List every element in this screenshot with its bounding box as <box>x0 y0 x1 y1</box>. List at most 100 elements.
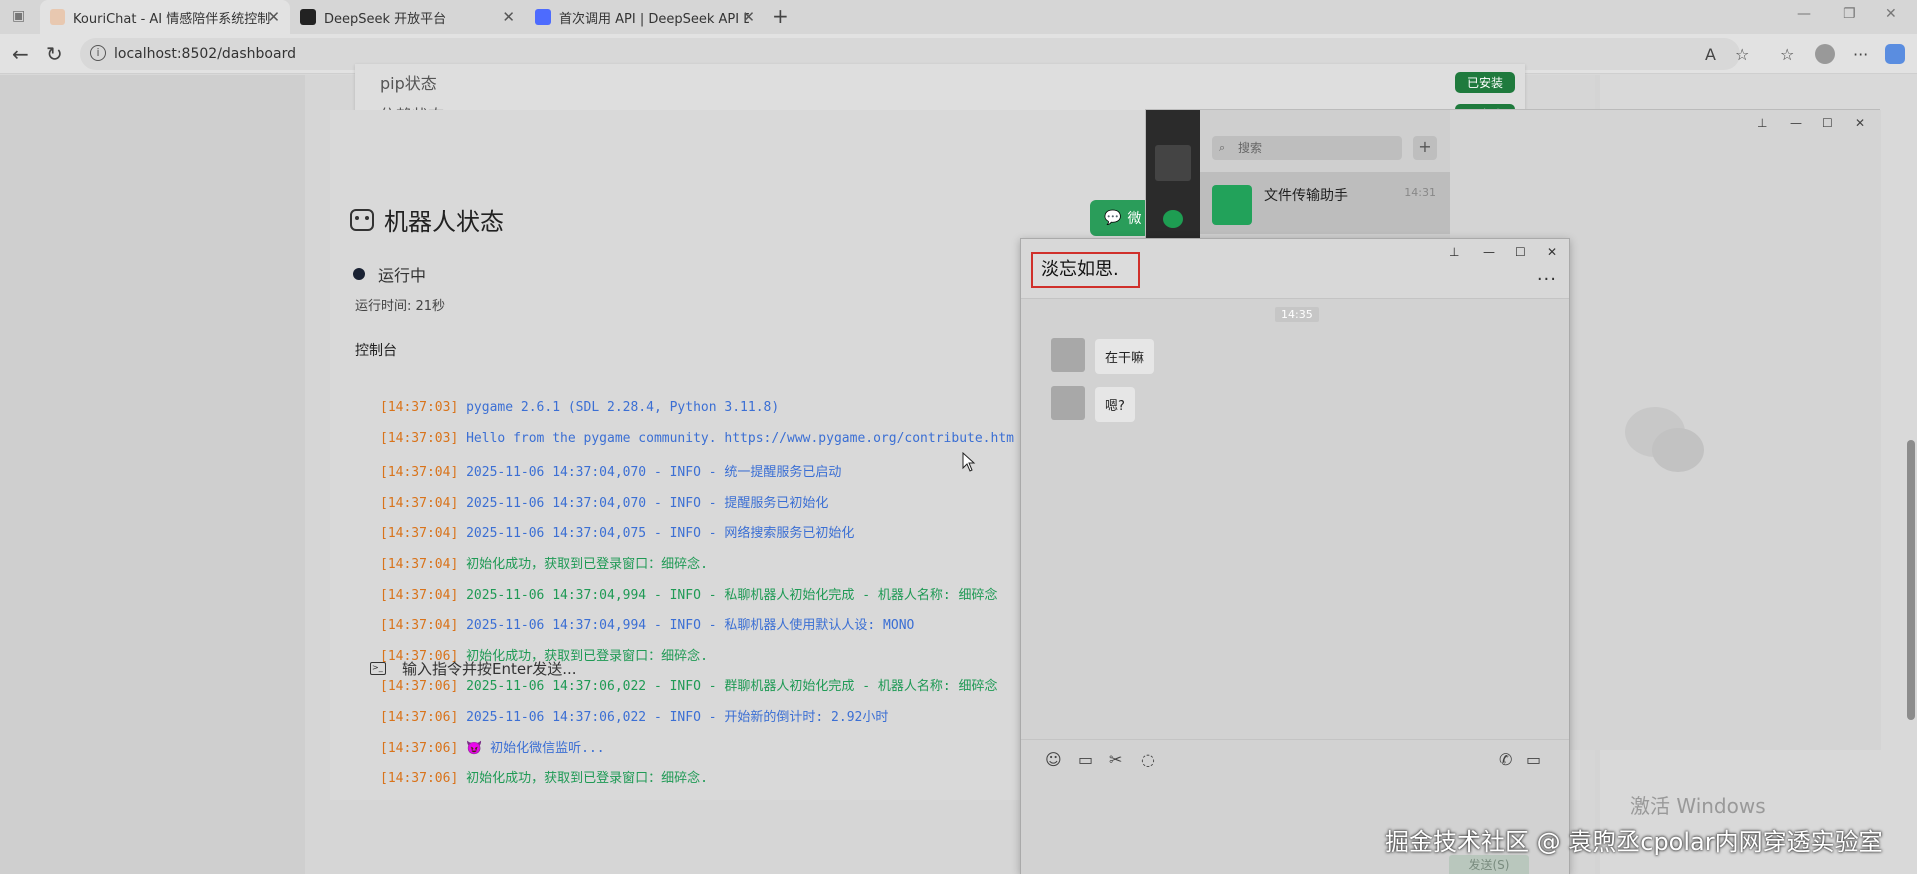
minimize-icon[interactable]: — <box>1483 245 1495 259</box>
close-tab-icon[interactable]: ✕ <box>502 8 515 26</box>
more-options-icon[interactable]: ··· <box>1537 269 1557 290</box>
console-log-line: [14:37:04] 2025-11-06 14:37:04,070 - INF… <box>380 492 828 511</box>
tab-deepseek-platform[interactable]: DeepSeek 开放平台 ✕ <box>290 0 525 34</box>
favorites-icon[interactable]: ☆ <box>1780 45 1794 64</box>
log-timestamp: [14:37:04] <box>380 557 459 572</box>
log-message: 2025-11-06 14:37:04,070 - INFO - 统一提醒服务已… <box>466 465 842 481</box>
log-timestamp: [14:37:06] <box>380 771 459 787</box>
log-timestamp: [14:37:03] <box>380 430 459 446</box>
log-message: 初始化成功，获取到已登录窗口：细碎念. <box>466 771 708 787</box>
add-contact-icon[interactable]: + <box>1413 136 1437 160</box>
pin-icon[interactable]: ⊥ <box>1757 116 1767 130</box>
wechat-logo-icon <box>1625 407 1704 472</box>
robot-status-title: 机器人状态 <box>384 208 504 236</box>
tab-deepseek-docs[interactable]: 首次调用 API | DeepSeek API Doc ✕ <box>525 0 765 34</box>
pin-icon[interactable]: ⊥ <box>1449 245 1459 259</box>
command-placeholder: 输入指令并按Enter发送... <box>402 660 577 678</box>
close-window-icon[interactable]: ✕ <box>1885 6 1897 22</box>
sidebar <box>0 75 305 874</box>
chat-bubble-icon[interactable]: ◌ <box>1141 750 1155 769</box>
wechat-search-input[interactable]: ⌕ 搜索 <box>1212 136 1402 160</box>
new-tab-icon[interactable]: + <box>772 4 789 28</box>
close-icon[interactable]: ✕ <box>1547 245 1557 259</box>
send-button[interactable]: 发送(S) <box>1449 855 1529 874</box>
copilot-icon[interactable] <box>1885 44 1905 64</box>
tab-bar: ▣ KouriChat - AI 情感陪伴系统控制 ✕ DeepSeek 开放平… <box>0 0 1917 34</box>
console-log-line: [14:37:04] 2025-11-06 14:37:04,075 - INF… <box>380 522 854 541</box>
pip-status-badge: 已安装 <box>1455 72 1516 93</box>
read-aloud-icon[interactable]: A <box>1705 45 1716 64</box>
chat-messages: 14:35 在干嘛 嗯? <box>1021 299 1569 739</box>
console-log-line: [14:37:03] Hello from the pygame communi… <box>380 431 1014 446</box>
search-placeholder: 搜索 <box>1238 141 1263 155</box>
pip-status-label: pip状态 <box>380 74 437 93</box>
log-timestamp: [14:37:04] <box>380 495 459 511</box>
contact-time: 14:31 <box>1404 186 1436 199</box>
wechat-button-label: 微 <box>1127 211 1142 227</box>
log-message: 2025-11-06 14:37:04,994 - INFO - 私聊机器人使用… <box>466 618 915 634</box>
maximize-icon[interactable]: ☐ <box>1515 245 1526 259</box>
site-info-icon[interactable]: i <box>90 45 106 61</box>
page-scrollbar-thumb[interactable] <box>1907 440 1915 720</box>
wechat-icon: 💬 <box>1104 210 1122 226</box>
tab-actions-icon[interactable]: ▣ <box>12 8 25 24</box>
favorite-star-icon[interactable]: ☆ <box>1735 45 1749 64</box>
message-bubble: 嗯? <box>1095 387 1135 422</box>
log-timestamp: [14:37:06] <box>380 710 459 725</box>
running-status-text: 运行中 <box>378 266 427 285</box>
log-message: pygame 2.6.1 (SDL 2.28.4, Python 3.11.8) <box>466 400 780 415</box>
log-message: 😈 初始化微信监听... <box>466 740 605 756</box>
chat-title: 淡忘如思. <box>1031 252 1140 288</box>
message-bubble: 在干嘛 <box>1095 339 1155 374</box>
wechat-chat-icon[interactable] <box>1163 210 1183 228</box>
minimize-icon[interactable]: — <box>1790 116 1802 130</box>
log-timestamp: [14:37:04] <box>380 465 459 481</box>
log-timestamp: [14:37:04] <box>380 526 459 542</box>
phone-icon[interactable]: ✆ <box>1499 750 1512 769</box>
log-message: 2025-11-06 14:37:04,070 - INFO - 提醒服务已初始… <box>466 495 829 511</box>
console-log-line: [14:37:04] 2025-11-06 14:37:04,994 - INF… <box>380 584 998 603</box>
kourichat-favicon-icon <box>50 9 66 25</box>
profile-avatar-icon[interactable] <box>1815 44 1835 64</box>
close-icon[interactable]: ✕ <box>1855 116 1865 130</box>
scissors-icon[interactable]: ✂ <box>1109 750 1122 769</box>
tab-title: 首次调用 API | DeepSeek API Doc <box>559 11 749 27</box>
log-message: 2025-11-06 14:37:04,075 - INFO - 网络搜索服务已… <box>466 526 855 542</box>
console-log-line: [14:37:06] 2025-11-06 14:37:06,022 - INF… <box>380 706 888 725</box>
console-log-line: [14:37:03] pygame 2.6.1 (SDL 2.28.4, Pyt… <box>380 400 779 415</box>
restore-icon[interactable]: ❐ <box>1843 6 1856 22</box>
chat-window: 淡忘如思. ⊥ — ☐ ✕ ··· 14:35 在干嘛 嗯? ☺ ▭ ✂ ◌ ✆… <box>1020 238 1570 874</box>
more-menu-icon[interactable]: ··· <box>1853 45 1868 64</box>
folder-icon[interactable]: ▭ <box>1078 750 1093 769</box>
sender-avatar[interactable] <box>1051 338 1085 372</box>
close-tab-icon[interactable]: ✕ <box>267 8 280 26</box>
contact-name: 文件传输助手 <box>1264 188 1348 204</box>
robot-icon <box>350 208 374 231</box>
command-input[interactable]: >_ 输入指令并按Enter发送... <box>370 658 577 679</box>
deepseek-favicon-icon <box>300 9 316 25</box>
console-log-line: [14:37:06] 初始化成功，获取到已登录窗口：细碎念. <box>380 767 708 786</box>
wechat-button[interactable]: 💬 微 <box>1090 200 1150 236</box>
robot-status-heading: 机器人状态 <box>350 202 504 237</box>
back-icon[interactable]: ← <box>12 42 29 66</box>
search-icon: ⌕ <box>1219 141 1226 154</box>
reload-icon[interactable]: ↻ <box>46 42 63 66</box>
log-message: 2025-11-06 14:37:06,022 - INFO - 开始新的倒计时… <box>466 710 889 725</box>
emoji-icon[interactable]: ☺ <box>1045 750 1062 769</box>
tab-kourichat[interactable]: KouriChat - AI 情感陪伴系统控制 ✕ <box>40 0 290 34</box>
log-timestamp: [14:37:03] <box>380 400 459 415</box>
wechat-user-avatar[interactable] <box>1155 145 1191 181</box>
minimize-icon[interactable]: — <box>1797 6 1811 22</box>
log-message: Hello from the pygame community. https:/… <box>466 430 1014 446</box>
close-tab-icon[interactable]: ✕ <box>742 8 755 26</box>
maximize-icon[interactable]: ☐ <box>1822 116 1833 130</box>
log-message: 初始化成功，获取到已登录窗口：细碎念. <box>466 557 708 572</box>
sender-avatar[interactable] <box>1051 386 1085 420</box>
console-log-line: [14:37:04] 2025-11-06 14:37:04,994 - INF… <box>380 614 914 633</box>
console-log-line: [14:37:06] 😈 初始化微信监听... <box>380 737 605 756</box>
watermark-text: 掘金技术社区 @ 袁煦丞cpolar内网穿透实验室 <box>1385 828 1883 856</box>
log-timestamp: [14:37:04] <box>380 618 459 634</box>
chat-toolbar: ☺ ▭ ✂ ◌ ✆ ▭ <box>1021 739 1569 779</box>
contact-item-file-transfer[interactable]: 文件传输助手 14:31 <box>1200 172 1450 234</box>
video-icon[interactable]: ▭ <box>1526 750 1541 769</box>
